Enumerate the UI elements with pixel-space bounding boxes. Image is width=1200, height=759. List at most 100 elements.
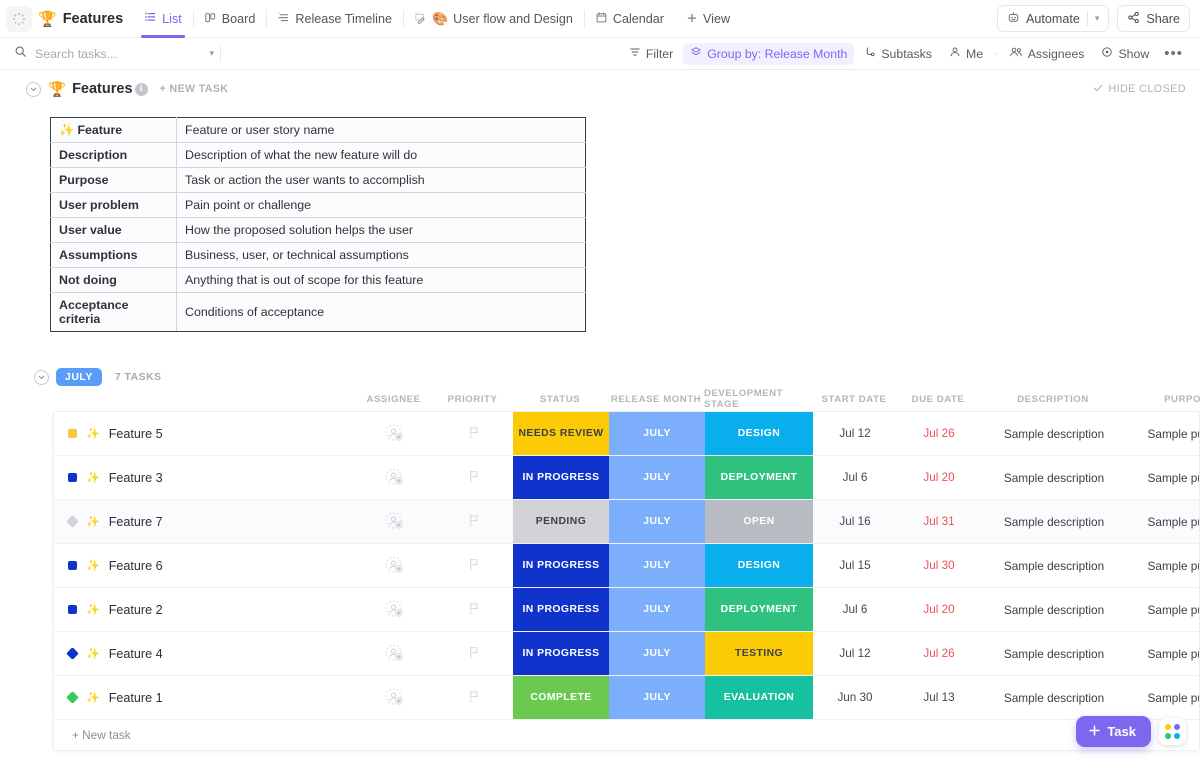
flag-icon[interactable] bbox=[468, 558, 480, 574]
add-assignee-icon[interactable] bbox=[385, 424, 404, 443]
purpose-cell[interactable]: Sample purpose bbox=[1127, 500, 1200, 543]
assignee-cell[interactable] bbox=[355, 500, 434, 543]
column-header-status[interactable]: STATUS bbox=[512, 388, 608, 410]
status-badge[interactable]: COMPLETE bbox=[513, 676, 609, 719]
description-cell[interactable]: Sample description bbox=[981, 632, 1127, 675]
status-dot-icon[interactable] bbox=[68, 605, 77, 614]
tab-calendar[interactable]: Calendar bbox=[584, 0, 675, 38]
development-stage-badge[interactable]: OPEN bbox=[705, 500, 813, 543]
tab-list[interactable]: List bbox=[133, 0, 193, 38]
task-name-cell[interactable]: ✨Feature 4 bbox=[54, 632, 355, 675]
due-date-cell[interactable]: Jul 26 bbox=[897, 632, 981, 675]
group-by-button[interactable]: Group by: Release Month bbox=[683, 43, 854, 65]
description-cell[interactable]: Sample description bbox=[981, 544, 1127, 587]
loading-spinner-icon[interactable] bbox=[6, 6, 32, 32]
release-month-badge[interactable]: JULY bbox=[609, 588, 705, 631]
flag-icon[interactable] bbox=[468, 426, 480, 442]
task-name-cell[interactable]: ✨Feature 6 bbox=[54, 544, 355, 587]
column-header-assignee[interactable]: ASSIGNEE bbox=[354, 388, 433, 410]
release-month-cell[interactable]: JULY bbox=[609, 456, 705, 499]
column-header-purpose[interactable]: PURPOSE bbox=[1126, 388, 1200, 410]
status-cell[interactable]: PENDING bbox=[513, 500, 609, 543]
tab-release-timeline[interactable]: Release Timeline bbox=[266, 0, 403, 38]
release-month-cell[interactable]: JULY bbox=[609, 544, 705, 587]
start-date-cell[interactable]: Jul 6 bbox=[813, 588, 897, 631]
task-name-cell[interactable]: ✨Feature 2 bbox=[54, 588, 355, 631]
status-badge[interactable]: IN PROGRESS bbox=[513, 588, 609, 631]
status-dot-icon[interactable] bbox=[68, 561, 77, 570]
subtasks-button[interactable]: Subtasks bbox=[857, 43, 939, 65]
release-month-badge[interactable]: JULY bbox=[609, 412, 705, 455]
release-month-badge[interactable]: JULY bbox=[609, 500, 705, 543]
release-month-badge[interactable]: JULY bbox=[609, 544, 705, 587]
column-header-development-stage[interactable]: DEVELOPMENT STAGE bbox=[704, 388, 812, 410]
create-task-fab[interactable]: Task bbox=[1076, 716, 1151, 747]
add-assignee-icon[interactable] bbox=[385, 644, 404, 663]
assignee-cell[interactable] bbox=[355, 544, 434, 587]
add-assignee-icon[interactable] bbox=[385, 468, 404, 487]
release-month-badge[interactable]: JULY bbox=[609, 456, 705, 499]
flag-icon[interactable] bbox=[468, 514, 480, 530]
start-date-cell[interactable]: Jul 12 bbox=[813, 632, 897, 675]
search-input[interactable] bbox=[35, 47, 160, 61]
task-row[interactable]: ✨Feature 6IN PROGRESSJULYDESIGNJul 15Jul… bbox=[54, 544, 1199, 588]
status-badge[interactable]: IN PROGRESS bbox=[513, 544, 609, 587]
development-stage-cell[interactable]: OPEN bbox=[705, 500, 813, 543]
priority-cell[interactable] bbox=[434, 588, 513, 631]
development-stage-badge[interactable]: TESTING bbox=[705, 632, 813, 675]
column-header-description[interactable]: DESCRIPTION bbox=[980, 388, 1126, 410]
development-stage-cell[interactable]: DESIGN bbox=[705, 544, 813, 587]
apps-grid-icon[interactable] bbox=[1159, 718, 1186, 745]
automate-button[interactable]: Automate ▾ bbox=[997, 5, 1109, 32]
hide-closed-toggle[interactable]: HIDE CLOSED bbox=[1093, 83, 1186, 96]
start-date-cell[interactable]: Jul 16 bbox=[813, 500, 897, 543]
development-stage-badge[interactable]: DESIGN bbox=[705, 412, 813, 455]
task-row[interactable]: ✨Feature 5NEEDS REVIEWJULYDESIGNJul 12Ju… bbox=[54, 412, 1199, 456]
description-cell[interactable]: Sample description bbox=[981, 412, 1127, 455]
assignee-cell[interactable] bbox=[355, 676, 434, 719]
flag-icon[interactable] bbox=[468, 602, 480, 618]
start-date-cell[interactable]: Jul 15 bbox=[813, 544, 897, 587]
development-stage-badge[interactable]: EVALUATION bbox=[705, 676, 813, 719]
status-badge[interactable]: IN PROGRESS bbox=[513, 632, 609, 675]
flag-icon[interactable] bbox=[468, 690, 480, 706]
development-stage-cell[interactable]: DEPLOYMENT bbox=[705, 456, 813, 499]
status-cell[interactable]: IN PROGRESS bbox=[513, 544, 609, 587]
add-new-task-row[interactable]: + New task bbox=[54, 720, 1199, 750]
search-box[interactable]: ▾ bbox=[14, 45, 214, 63]
development-stage-badge[interactable]: DESIGN bbox=[705, 544, 813, 587]
status-badge[interactable]: PENDING bbox=[513, 500, 609, 543]
purpose-cell[interactable]: Sample purpose bbox=[1127, 588, 1200, 631]
flag-icon[interactable] bbox=[468, 470, 480, 486]
task-row[interactable]: ✨Feature 7PENDINGJULYOPENJul 16Jul 31Sam… bbox=[54, 500, 1199, 544]
due-date-cell[interactable]: Jul 26 bbox=[897, 412, 981, 455]
development-stage-cell[interactable]: DEPLOYMENT bbox=[705, 588, 813, 631]
status-dot-icon[interactable] bbox=[68, 429, 77, 438]
group-badge-july[interactable]: JULY bbox=[56, 368, 102, 386]
priority-cell[interactable] bbox=[434, 676, 513, 719]
priority-cell[interactable] bbox=[434, 456, 513, 499]
description-cell[interactable]: Sample description bbox=[981, 588, 1127, 631]
start-date-cell[interactable]: Jul 12 bbox=[813, 412, 897, 455]
task-name-cell[interactable]: ✨Feature 5 bbox=[54, 412, 355, 455]
due-date-cell[interactable]: Jul 31 bbox=[897, 500, 981, 543]
task-row[interactable]: ✨Feature 2 IN PROGRESSJULYDEPLOYMENTJul 6… bbox=[54, 588, 1199, 632]
add-assignee-icon[interactable] bbox=[385, 512, 404, 531]
due-date-cell[interactable]: Jul 20 bbox=[897, 456, 981, 499]
status-cell[interactable]: IN PROGRESS bbox=[513, 632, 609, 675]
assignee-cell[interactable] bbox=[355, 588, 434, 631]
add-assignee-icon[interactable] bbox=[385, 556, 404, 575]
purpose-cell[interactable]: Sample purpose bbox=[1127, 632, 1200, 675]
priority-cell[interactable] bbox=[434, 500, 513, 543]
development-stage-cell[interactable]: TESTING bbox=[705, 632, 813, 675]
new-task-button[interactable]: + NEW TASK bbox=[160, 83, 229, 95]
show-button[interactable]: Show bbox=[1094, 43, 1156, 65]
release-month-cell[interactable]: JULY bbox=[609, 632, 705, 675]
me-filter-button[interactable]: Me bbox=[942, 43, 990, 65]
status-cell[interactable]: IN PROGRESS bbox=[513, 588, 609, 631]
assignee-cell[interactable] bbox=[355, 456, 434, 499]
priority-cell[interactable] bbox=[434, 544, 513, 587]
purpose-cell[interactable]: Sample purpose bbox=[1127, 676, 1200, 719]
release-month-cell[interactable]: JULY bbox=[609, 588, 705, 631]
development-stage-cell[interactable]: EVALUATION bbox=[705, 676, 813, 719]
